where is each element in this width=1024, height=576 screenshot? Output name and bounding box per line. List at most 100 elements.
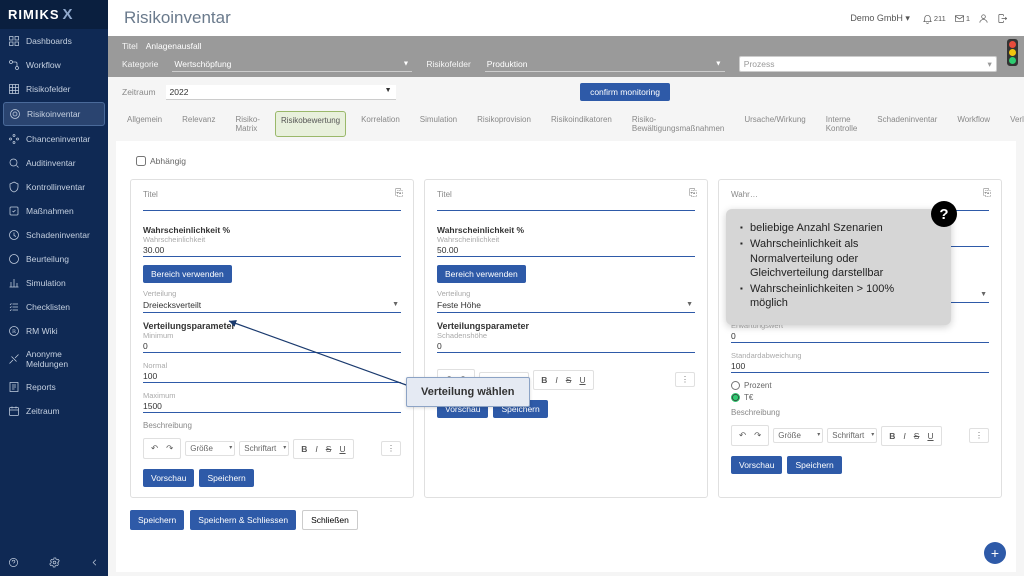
nav-checklisten[interactable]: Checklisten: [0, 295, 108, 319]
erwartung-input[interactable]: 0: [731, 330, 989, 343]
min-input[interactable]: 0: [143, 340, 401, 353]
nav-chanceninventar[interactable]: Chanceninventar: [0, 127, 108, 151]
tab-kontrolle[interactable]: Interne Kontrolle: [821, 111, 863, 137]
nav-dashboards[interactable]: Dashboards: [0, 29, 108, 53]
more-icon[interactable]: ⋮: [381, 441, 401, 456]
underline-button[interactable]: U: [924, 429, 936, 443]
add-fab[interactable]: +: [984, 542, 1006, 564]
more-icon[interactable]: ⋮: [969, 428, 989, 443]
tab-ursache[interactable]: Ursache/Wirkung: [739, 111, 810, 137]
nav-anonyme-meldungen[interactable]: Anonyme Meldungen: [0, 343, 108, 375]
traffic-light: [1007, 39, 1018, 66]
verteilung-select[interactable]: Dreiecksverteilt▼: [143, 298, 401, 313]
copy-icon[interactable]: ⎘: [983, 188, 991, 199]
tab-risiko-matrix[interactable]: Risiko-Matrix: [231, 111, 265, 137]
logout-icon[interactable]: [997, 13, 1008, 24]
nav-simulation[interactable]: Simulation: [0, 271, 108, 295]
collapse-icon[interactable]: [89, 557, 100, 570]
tab-allgemein[interactable]: Allgemein: [122, 111, 167, 137]
bold-button[interactable]: B: [886, 429, 898, 443]
size-select[interactable]: Größe▾: [185, 441, 235, 456]
underline-button[interactable]: U: [336, 442, 348, 456]
size-select[interactable]: Größe▾: [773, 428, 823, 443]
period-label: Zeitraum: [122, 87, 156, 97]
titel-input[interactable]: [143, 199, 401, 211]
copy-icon[interactable]: ⎘: [395, 188, 403, 199]
message-icon[interactable]: 1: [954, 13, 970, 24]
tab-verlauf[interactable]: Verlauf: [1005, 111, 1024, 137]
more-icon[interactable]: ⋮: [675, 372, 695, 387]
normal-input[interactable]: 100: [143, 370, 401, 383]
verteilung-select[interactable]: Feste Höhe▼: [437, 298, 695, 313]
bereich-button[interactable]: Bereich verwenden: [437, 265, 526, 283]
redo-icon[interactable]: ↷: [163, 441, 176, 456]
tab-korrelation[interactable]: Korrelation: [356, 111, 405, 137]
tab-bewaeltigung[interactable]: Risiko-Bewältigungsmaßnahmen: [627, 111, 730, 137]
prozent-radio[interactable]: [731, 381, 740, 390]
period-select[interactable]: 2022▼: [166, 85, 396, 100]
speichern-button[interactable]: Speichern: [199, 469, 253, 487]
undo-icon[interactable]: ↶: [148, 441, 161, 456]
strike-button[interactable]: S: [911, 429, 923, 443]
copy-icon[interactable]: ⎘: [689, 188, 697, 199]
speichern-button[interactable]: Speichern: [787, 456, 841, 474]
max-input[interactable]: 1500: [143, 400, 401, 413]
close-button[interactable]: Schließen: [302, 510, 358, 530]
confirm-monitoring-button[interactable]: confirm monitoring: [580, 83, 670, 101]
undo-icon[interactable]: ↶: [736, 428, 749, 443]
tab-risikobewertung[interactable]: Risikobewertung: [275, 111, 346, 137]
vorschau-button[interactable]: Vorschau: [731, 456, 782, 474]
redo-icon[interactable]: ↷: [751, 428, 764, 443]
strike-button[interactable]: S: [323, 442, 335, 456]
tabs: Allgemein Relevanz Risiko-Matrix Risikob…: [108, 111, 1024, 137]
wahr-input[interactable]: 30.00: [143, 244, 401, 257]
nav-auditinventar[interactable]: Auditinventar: [0, 151, 108, 175]
save-close-button[interactable]: Speichern & Schliessen: [190, 510, 296, 530]
font-select[interactable]: Schriftart▾: [827, 428, 877, 443]
tab-relevanz[interactable]: Relevanz: [177, 111, 220, 137]
bell-icon[interactable]: 211: [922, 13, 946, 24]
risikofelder-select[interactable]: Produktion▼: [485, 57, 725, 72]
kategorie-select[interactable]: Wertschöpfung▼: [172, 57, 412, 72]
abhaengig-checkbox[interactable]: [136, 156, 146, 166]
nav-risikoinventar[interactable]: Risikoinventar: [3, 102, 105, 126]
italic-button[interactable]: I: [312, 442, 320, 456]
nav-kontrollinventar[interactable]: Kontrollinventar: [0, 175, 108, 199]
context-bar: Titel Anlagenausfall Kategorie Wertschöp…: [108, 36, 1024, 77]
help-icon[interactable]: [8, 557, 19, 570]
titel-input[interactable]: [437, 199, 695, 211]
nav-rm-wiki[interactable]: ℝRM Wiki: [0, 319, 108, 343]
font-select[interactable]: Schriftart▾: [239, 441, 289, 456]
italic-button[interactable]: I: [900, 429, 908, 443]
user-icon[interactable]: [978, 13, 989, 24]
tab-risikoindikatoren[interactable]: Risikoindikatoren: [546, 111, 617, 137]
tab-simulation[interactable]: Simulation: [415, 111, 462, 137]
nav-risikofelder[interactable]: Risikofelder: [0, 77, 108, 101]
tab-risikoprovision[interactable]: Risikoprovision: [472, 111, 536, 137]
italic-button[interactable]: I: [552, 373, 560, 387]
bereich-button[interactable]: Bereich verwenden: [143, 265, 232, 283]
scenario-card-1: ⎘ Titel Wahrscheinlichkeit % Wahrscheinl…: [130, 179, 414, 498]
prozess-input[interactable]: Prozess▾: [739, 56, 997, 72]
nav-reports[interactable]: Reports: [0, 375, 108, 399]
stdabw-input[interactable]: 100: [731, 360, 989, 373]
vorschau-button[interactable]: Vorschau: [143, 469, 194, 487]
te-radio[interactable]: [731, 393, 740, 402]
nav-schadeninventar[interactable]: Schadeninventar: [0, 223, 108, 247]
tab-schadeninventar[interactable]: Schadeninventar: [872, 111, 942, 137]
bold-button[interactable]: B: [538, 373, 550, 387]
underline-button[interactable]: U: [576, 373, 588, 387]
save-button[interactable]: Speichern: [130, 510, 184, 530]
nav-massnahmen[interactable]: Maßnahmen: [0, 199, 108, 223]
company-selector[interactable]: Demo GmbH ▾: [850, 13, 910, 24]
nav-beurteilung[interactable]: Beurteilung: [0, 247, 108, 271]
nav-zeitraum[interactable]: Zeitraum: [0, 399, 108, 423]
rte-toolbar: ↶↷ Größe▾ Schriftart▾ BISU ⋮: [731, 425, 989, 446]
bold-button[interactable]: B: [298, 442, 310, 456]
tab-workflow[interactable]: Workflow: [952, 111, 995, 137]
wahr-input[interactable]: 50.00: [437, 244, 695, 257]
schaden-input[interactable]: 0: [437, 340, 695, 353]
nav-workflow[interactable]: Workflow: [0, 53, 108, 77]
settings-icon[interactable]: [49, 557, 60, 570]
strike-button[interactable]: S: [563, 373, 575, 387]
